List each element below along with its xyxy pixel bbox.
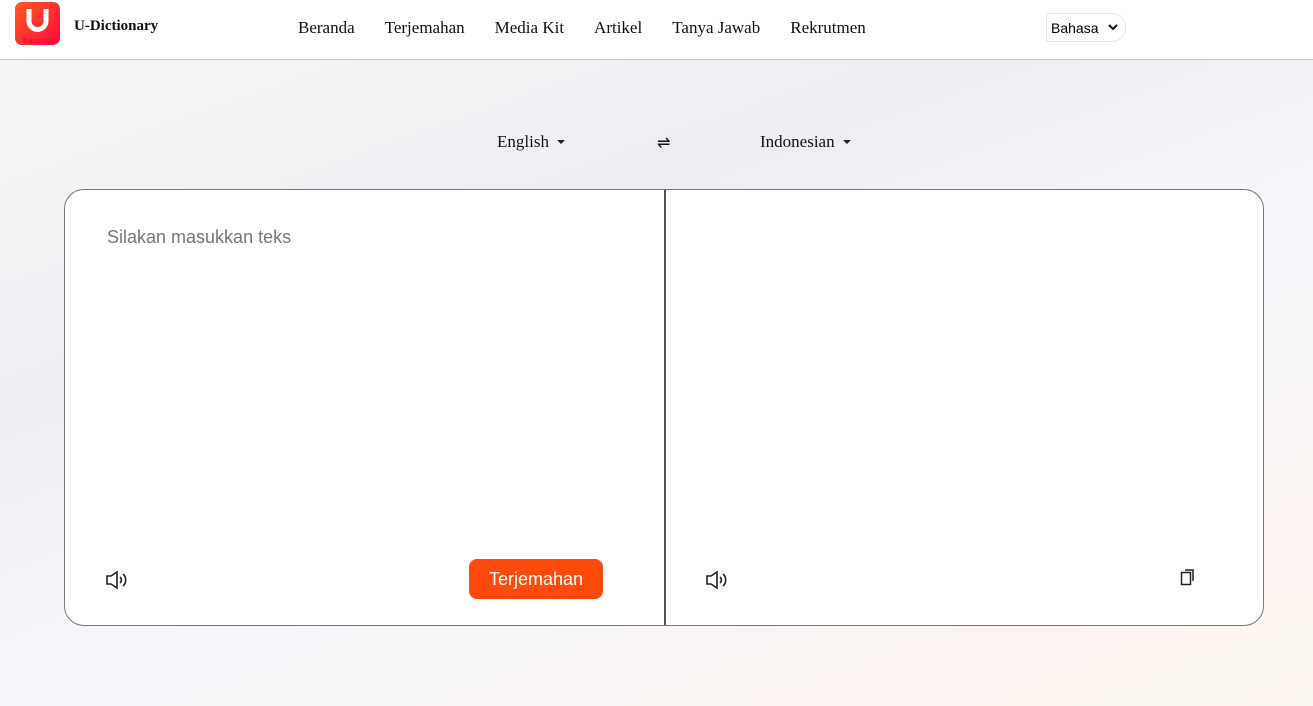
caret-down-icon xyxy=(556,140,565,144)
translate-button[interactable]: Terjemahan xyxy=(469,559,603,599)
source-text-input[interactable]: Silakan masukkan teks xyxy=(107,227,291,248)
header: Translate U-Dictionary Beranda Terjemaha… xyxy=(0,0,1313,60)
copy-icon[interactable] xyxy=(1180,568,1196,586)
nav-terjemahan[interactable]: Terjemahan xyxy=(385,18,465,38)
source-language-dropdown[interactable]: English xyxy=(497,132,565,152)
caret-down-icon xyxy=(842,140,851,144)
target-language-label: Indonesian xyxy=(760,132,835,151)
translation-panel: Silakan masukkan teks Terjemahan xyxy=(64,189,1264,626)
brand-name[interactable]: U-Dictionary xyxy=(74,18,158,35)
main-nav: Beranda Terjemahan Media Kit Artikel Tan… xyxy=(298,18,866,38)
nav-rekrutmen[interactable]: Rekrutmen xyxy=(790,18,866,38)
language-select-value: Bahasa xyxy=(1051,19,1099,36)
speaker-icon[interactable] xyxy=(705,570,729,590)
speaker-icon[interactable] xyxy=(105,570,129,590)
swap-arrows-icon[interactable]: ⇌ xyxy=(657,133,670,153)
nav-beranda[interactable]: Beranda xyxy=(298,18,355,38)
chevron-down-icon xyxy=(1108,24,1119,31)
target-language-dropdown[interactable]: Indonesian xyxy=(760,132,851,152)
nav-tanya-jawab[interactable]: Tanya Jawab xyxy=(672,18,760,38)
divider xyxy=(664,190,666,625)
logo-text: Translate xyxy=(22,38,53,45)
source-language-label: English xyxy=(497,132,549,151)
language-select[interactable]: Bahasa xyxy=(1046,13,1126,42)
nav-media-kit[interactable]: Media Kit xyxy=(495,18,564,38)
nav-artikel[interactable]: Artikel xyxy=(594,18,642,38)
